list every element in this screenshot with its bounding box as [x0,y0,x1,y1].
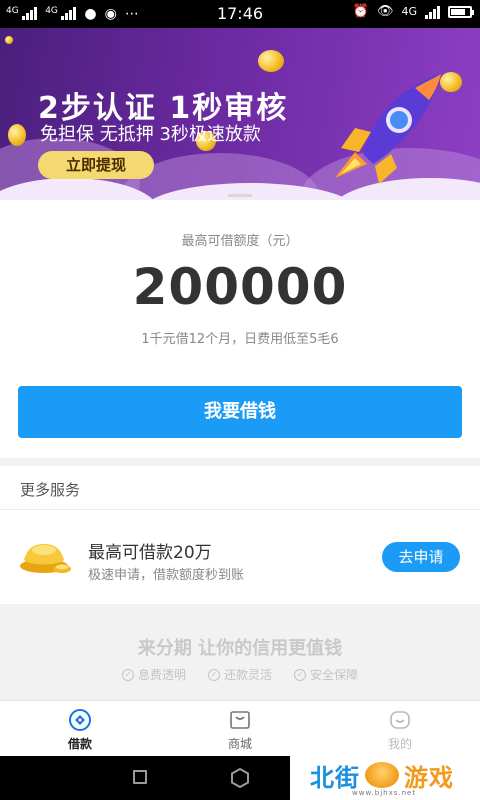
slogan-title: 来分期 让你的信用更值钱 [137,638,343,659]
home-button[interactable] [230,768,250,788]
network-type: 4G [401,5,417,18]
system-nav-bar [0,756,290,800]
withdraw-now-button[interactable]: 立即提现 [38,151,154,179]
banner-subtitle: 免担保 无抵押 3秒极速放款 [40,124,261,145]
apply-button[interactable]: 去申请 [382,542,460,572]
watermark-text: 北街 游戏 [310,758,454,793]
slogan-tags: ✓ 息费透明 ✓ 还款灵活 ✓ 安全保障 [0,666,480,683]
loan-icon [69,709,91,731]
tab-shop[interactable]: 商城 [160,701,320,756]
check-circle-icon: ✓ [121,668,134,681]
slogan-tag-label: 安全保障 [310,668,359,682]
service-title: 最高可借款20万 [88,543,212,563]
tab-label: 我的 [387,737,412,751]
services-title: 更多服务 [20,481,81,499]
services-divider [0,509,480,510]
profile-icon [390,711,410,729]
check-circle-icon: ✓ [294,668,306,681]
watermark-url: www.bjhxs.net [352,789,417,797]
eye-icon: 👁 [376,4,394,19]
slogan-tag-label: 息费透明 [137,668,186,682]
check-circle-icon: ✓ [207,668,220,681]
coin-icon [8,124,26,146]
service-description: 极速申请，借款额度秒到账 [88,568,245,583]
borrow-button[interactable]: 我要借钱 [18,386,462,438]
limit-label: 最高可借额度（元） [181,234,299,249]
alarm-icon: ⏰ [352,4,369,19]
more-services-section: 更多服务 最高可借款20万 极速申请，借款额度秒到账 去申请 [0,466,480,604]
slogan-section: 来分期 让你的信用更值钱 ✓ 息费透明 ✓ 还款灵活 ✓ 安全保障 [0,604,480,700]
watermark-right: 游戏 [404,764,454,792]
limit-amount: 200000 [132,258,348,316]
tab-profile[interactable]: 我的 [320,701,480,756]
fee-note: 1千元借12个月，日费用低至5毛6 [141,332,339,347]
bottom-tab-bar: 借款 商城 我的 [0,700,480,756]
rocket-icon [335,74,441,184]
slogan-tag: ✓ 还款灵活 [207,666,272,683]
cell-signal-icon [425,5,440,19]
shop-icon [230,711,250,729]
battery-icon [448,5,474,18]
slogan-tag: ✓ 息费透明 [121,666,186,683]
recents-button[interactable] [133,770,147,784]
watermark-left: 北街 [310,764,360,792]
status-bar: 4G 4G ● ◉ ⋯ 17:46 ⏰ 👁 4G [0,0,480,28]
slogan-tag: ✓ 安全保障 [294,666,358,683]
tab-label: 商城 [227,737,252,751]
gold-ingot-icon [20,544,71,573]
loan-card: 最高可借额度（元） 200000 1千元借12个月，日费用低至5毛6 我要借钱 [0,200,480,458]
tab-loan[interactable]: 借款 [0,701,160,756]
promo-banner[interactable]: 2步认证 1秒审核 免担保 无抵押 3秒极速放款 立即提现 [0,28,480,200]
status-right: ⏰ 👁 4G [352,4,474,19]
coin-icon [5,36,13,44]
banner-page-indicator [228,194,252,197]
slogan-tag-label: 还款灵活 [223,668,272,682]
tab-label: 借款 [67,737,92,751]
watermark-logo: 北街 游戏 www.bjhxs.net [290,756,480,800]
coin-icon [258,50,284,72]
